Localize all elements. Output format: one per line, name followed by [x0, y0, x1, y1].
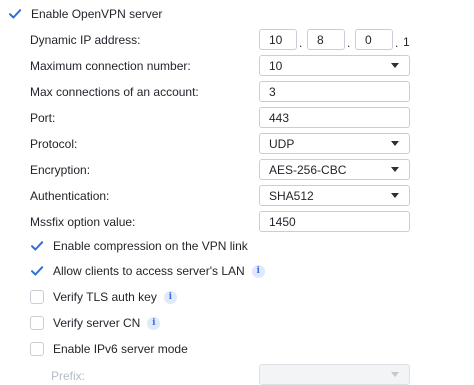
max-connection-label: Maximum connection number:	[30, 59, 191, 73]
checkmark-icon	[31, 241, 44, 251]
verify-tls-checkbox-row[interactable]: Verify TLS auth key i	[30, 290, 177, 304]
ip-dot-separator: .	[299, 36, 303, 50]
enable-openvpn-label: Enable OpenVPN server	[31, 7, 163, 21]
info-icon[interactable]: i	[147, 316, 161, 330]
verify-cn-checkbox-row[interactable]: Verify server CN i	[30, 316, 161, 330]
dynamic-ip-label: Dynamic IP address:	[30, 33, 141, 47]
max-per-account-value: 3	[269, 84, 276, 99]
verify-tls-checkbox[interactable]	[30, 290, 44, 304]
info-icon[interactable]: i	[251, 264, 265, 278]
verify-cn-checkbox[interactable]	[30, 316, 44, 330]
max-per-account-input[interactable]: 3	[259, 81, 410, 102]
chevron-down-icon	[391, 141, 399, 146]
allow-lan-checkbox-row[interactable]: Allow clients to access server's LAN i	[30, 264, 265, 278]
mssfix-input[interactable]: 1450	[259, 211, 410, 232]
port-input[interactable]: 443	[259, 107, 410, 128]
allow-lan-checkbox[interactable]	[30, 264, 44, 278]
info-icon[interactable]: i	[163, 290, 177, 304]
verify-cn-label: Verify server CN	[53, 316, 141, 330]
ip-octet-3-input[interactable]: 0	[355, 29, 393, 50]
chevron-down-icon	[391, 193, 399, 198]
checkmark-icon	[31, 266, 44, 276]
port-value: 443	[269, 110, 290, 125]
ip-dot-separator: .	[395, 36, 399, 50]
enable-openvpn-checkbox[interactable]	[8, 7, 22, 21]
ip-octet-2-input[interactable]: 8	[307, 29, 345, 50]
mssfix-value: 1450	[269, 214, 296, 229]
ipv6-checkbox-row[interactable]: Enable IPv6 server mode	[30, 342, 188, 356]
protocol-value: UDP	[269, 136, 295, 151]
authentication-label: Authentication:	[30, 189, 110, 203]
ip-dot-separator: .	[347, 36, 351, 50]
chevron-down-icon	[391, 63, 399, 68]
authentication-value: SHA512	[269, 188, 314, 203]
mssfix-label: Mssfix option value:	[30, 215, 136, 229]
compression-checkbox-row[interactable]: Enable compression on the VPN link	[30, 239, 248, 253]
protocol-select[interactable]: UDP	[259, 133, 410, 154]
verify-tls-label: Verify TLS auth key	[53, 290, 157, 304]
max-connection-value: 10	[269, 58, 283, 73]
ipv6-checkbox[interactable]	[30, 342, 44, 356]
ip-octet-2-value: 8	[317, 32, 324, 47]
ip-octet-1-input[interactable]: 10	[259, 29, 297, 50]
prefix-label: Prefix:	[51, 369, 86, 383]
chevron-down-icon	[391, 167, 399, 172]
max-connection-select[interactable]: 10	[259, 55, 410, 76]
encryption-label: Encryption:	[30, 163, 91, 177]
compression-checkbox[interactable]	[30, 239, 44, 253]
encryption-select[interactable]: AES-256-CBC	[259, 159, 410, 180]
ipv6-label: Enable IPv6 server mode	[53, 342, 188, 356]
ip-octet-1-value: 10	[269, 32, 283, 47]
protocol-label: Protocol:	[30, 137, 78, 151]
compression-label: Enable compression on the VPN link	[53, 239, 248, 253]
encryption-value: AES-256-CBC	[269, 162, 347, 177]
port-label: Port:	[30, 111, 56, 125]
authentication-select[interactable]: SHA512	[259, 185, 410, 206]
max-per-account-label: Max connections of an account:	[30, 85, 199, 99]
allow-lan-label: Allow clients to access server's LAN	[53, 264, 245, 278]
ip-octet-3-value: 0	[365, 32, 372, 47]
ip-last-octet: 1	[403, 35, 410, 49]
chevron-down-icon	[391, 372, 399, 377]
enable-openvpn-checkbox-row[interactable]: Enable OpenVPN server	[8, 7, 162, 21]
checkmark-icon	[9, 9, 22, 19]
